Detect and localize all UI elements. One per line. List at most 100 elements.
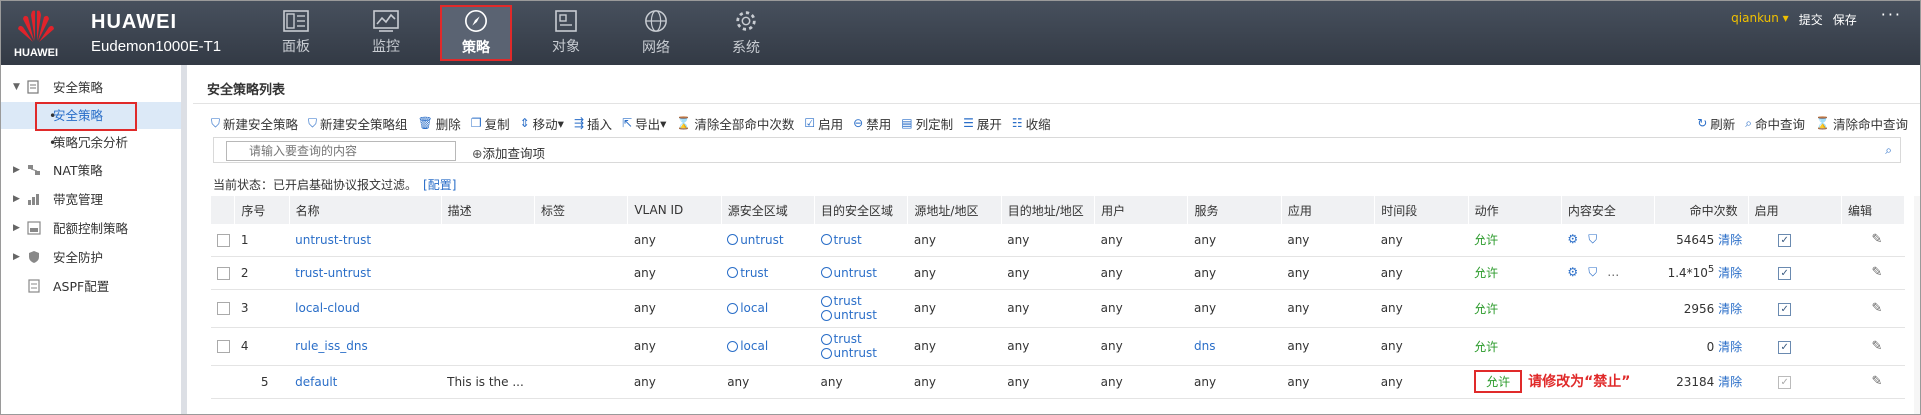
config-link[interactable]: [配置] xyxy=(423,178,456,192)
disable-button[interactable]: ⊖ 禁用 xyxy=(853,114,891,133)
policy-name-link[interactable]: default xyxy=(295,375,337,389)
header-cell[interactable]: 标签 xyxy=(534,196,629,224)
service-value[interactable]: dns xyxy=(1194,339,1215,353)
edit-icon[interactable]: ✎ xyxy=(1872,374,1883,389)
custom-columns-button[interactable]: ▤ 列定制 xyxy=(901,114,953,133)
header-cell[interactable]: 源地址/地区 xyxy=(907,196,1002,224)
sidebar-group-nat[interactable]: ▶ NAT策略 xyxy=(1,156,181,185)
header-cell[interactable]: 描述 xyxy=(441,196,535,224)
row-select[interactable] xyxy=(211,256,235,290)
chevron-right-icon[interactable]: ▶ xyxy=(13,185,20,214)
nav-dashboard[interactable]: 面板 xyxy=(251,1,341,65)
row-checkbox[interactable] xyxy=(217,266,230,280)
clear-hits-link[interactable]: 清除 xyxy=(1718,302,1742,316)
sidebar-group-quota[interactable]: ▶ 配额控制策略 xyxy=(1,214,181,243)
vertical-scrollbar[interactable] xyxy=(1914,196,1920,414)
nav-system[interactable]: 系统 xyxy=(701,1,791,65)
more-menu-icon[interactable]: ··· xyxy=(1881,5,1902,28)
hit-query-button[interactable]: ⌕ 命中查询 xyxy=(1745,114,1805,133)
header-cell[interactable]: VLAN ID xyxy=(627,196,722,224)
policy-name-link[interactable]: local-cloud xyxy=(295,301,360,315)
clear-hit-query-button[interactable]: ⌛ 清除命中查询 xyxy=(1815,114,1908,133)
chevron-right-icon[interactable]: ▶ xyxy=(13,243,20,272)
zone-link[interactable]: untrust xyxy=(820,308,908,322)
enable-checkbox[interactable]: ✓ xyxy=(1778,267,1792,280)
copy-button[interactable]: ❐ 复制 xyxy=(471,114,510,133)
action-allow-highlight[interactable]: 允许 xyxy=(1474,370,1523,393)
header-cell[interactable]: 时间段 xyxy=(1374,196,1469,224)
chevron-right-icon[interactable]: ▶ xyxy=(13,156,20,185)
header-cell[interactable]: 应用 xyxy=(1281,196,1376,224)
policy-name-link[interactable]: untrust-trust xyxy=(295,233,371,247)
shield-check-icon[interactable]: ⛉ xyxy=(1588,265,1597,279)
sidebar-group-bandwidth[interactable]: ▶ 带宽管理 xyxy=(1,185,181,214)
clear-hits-link[interactable]: 清除 xyxy=(1718,340,1742,354)
cell-name[interactable]: trust-untrust xyxy=(289,256,442,290)
zone-link[interactable]: local xyxy=(727,301,814,315)
row-checkbox[interactable] xyxy=(217,233,230,247)
enable-checkbox[interactable]: ✓ xyxy=(1778,302,1792,316)
table-row[interactable]: 2 trust-untrust any trust untrust any any any an… xyxy=(211,256,1905,290)
header-cell[interactable]: 序号 xyxy=(234,196,290,224)
clear-hits-link[interactable]: 清除 xyxy=(1718,375,1742,389)
zone-link[interactable]: untrust xyxy=(820,346,908,360)
export-button[interactable]: ⇱ 导出 ▾ xyxy=(622,114,666,133)
zone-link[interactable]: trust xyxy=(820,294,908,308)
policy-name-link[interactable]: trust-untrust xyxy=(295,266,371,280)
clear-hits-link[interactable]: 清除 xyxy=(1718,233,1742,247)
header-cell[interactable]: 源安全区域 xyxy=(721,196,816,224)
nav-network[interactable]: 网络 xyxy=(611,1,701,65)
policy-name-link[interactable]: rule_iss_dns xyxy=(295,339,368,353)
shield-check-icon[interactable]: ⛉ xyxy=(1588,232,1597,246)
user-menu[interactable]: qiankun ▾ xyxy=(1731,11,1789,28)
header-cell[interactable]: 名称 xyxy=(289,196,442,224)
edit-icon[interactable]: ✎ xyxy=(1872,301,1883,316)
av-profile-icon[interactable]: ⚙ xyxy=(1567,265,1578,279)
enable-checkbox[interactable]: ✓ xyxy=(1778,234,1792,248)
sidebar-item-redundancy-analysis[interactable]: • 策略冗余分析 xyxy=(1,129,181,156)
clear-all-hits-button[interactable]: ⌛ 清除全部命中次数 xyxy=(676,114,794,133)
row-select[interactable] xyxy=(211,289,235,328)
sidebar-group-protection[interactable]: ▶ 安全防护 xyxy=(1,243,181,272)
cell-name[interactable]: untrust-trust xyxy=(289,224,442,257)
nav-policy[interactable]: 策略 xyxy=(431,1,521,65)
header-cell[interactable]: 启用 xyxy=(1748,196,1843,224)
zone-link[interactable]: trust xyxy=(820,332,908,346)
table-row[interactable]: 4 rule_iss_dns any local trust untrust any any a… xyxy=(211,327,1905,366)
submit-link[interactable]: 提交 xyxy=(1799,11,1823,28)
chevron-down-icon[interactable]: ▼ xyxy=(13,73,20,102)
edit-icon[interactable]: ✎ xyxy=(1872,339,1883,354)
action-allow[interactable]: 允许 xyxy=(1474,266,1498,280)
row-select[interactable] xyxy=(211,224,235,257)
header-cell[interactable]: 目的安全区域 xyxy=(814,196,909,224)
collapse-button[interactable]: ☷ 收缩 xyxy=(1012,114,1051,133)
expand-button[interactable]: ☰ 展开 xyxy=(963,114,1002,133)
header-cell[interactable]: 服务 xyxy=(1187,196,1282,224)
table-row[interactable]: 3 local-cloud any local trust untrust any any an… xyxy=(211,289,1905,328)
header-cell[interactable]: 编辑 xyxy=(1841,196,1905,224)
header-cell[interactable]: 命中次数 xyxy=(1654,196,1749,224)
nav-monitor[interactable]: 监控 xyxy=(341,1,431,65)
cell-name[interactable]: default xyxy=(289,365,442,399)
header-cell[interactable]: 目的地址/地区 xyxy=(1001,196,1096,224)
sidebar-item-security-policy[interactable]: • 安全策略 xyxy=(1,102,181,131)
zone-link[interactable]: trust xyxy=(820,233,908,247)
refresh-button[interactable]: ↻ 刷新 xyxy=(1697,114,1735,133)
nav-object[interactable]: 对象 xyxy=(521,1,611,65)
edit-icon[interactable]: ✎ xyxy=(1872,265,1883,280)
row-checkbox[interactable] xyxy=(217,302,230,315)
header-cell[interactable]: 内容安全 xyxy=(1561,196,1656,224)
save-link[interactable]: 保存 xyxy=(1833,11,1857,28)
sidebar-group-security-policy[interactable]: ▼ 安全策略 xyxy=(1,73,181,102)
new-policy-group-button[interactable]: ⛉ 新建安全策略组 xyxy=(308,114,408,133)
table-row[interactable]: 5 default This is the ... any any any any any an… xyxy=(211,365,1905,399)
table-row[interactable]: 1 untrust-trust any untrust trust any any any an… xyxy=(211,224,1905,257)
edit-icon[interactable]: ✎ xyxy=(1872,232,1883,247)
enable-checkbox[interactable]: ✓ xyxy=(1778,376,1792,389)
sidebar-item-aspf[interactable]: ASPF配置 xyxy=(1,272,181,301)
header-cell[interactable]: 动作 xyxy=(1468,196,1562,224)
action-allow[interactable]: 允许 xyxy=(1474,233,1498,247)
av-profile-icon[interactable]: ⚙ xyxy=(1567,232,1578,246)
cell-name[interactable]: local-cloud xyxy=(289,289,442,328)
search-input[interactable] xyxy=(226,141,456,161)
